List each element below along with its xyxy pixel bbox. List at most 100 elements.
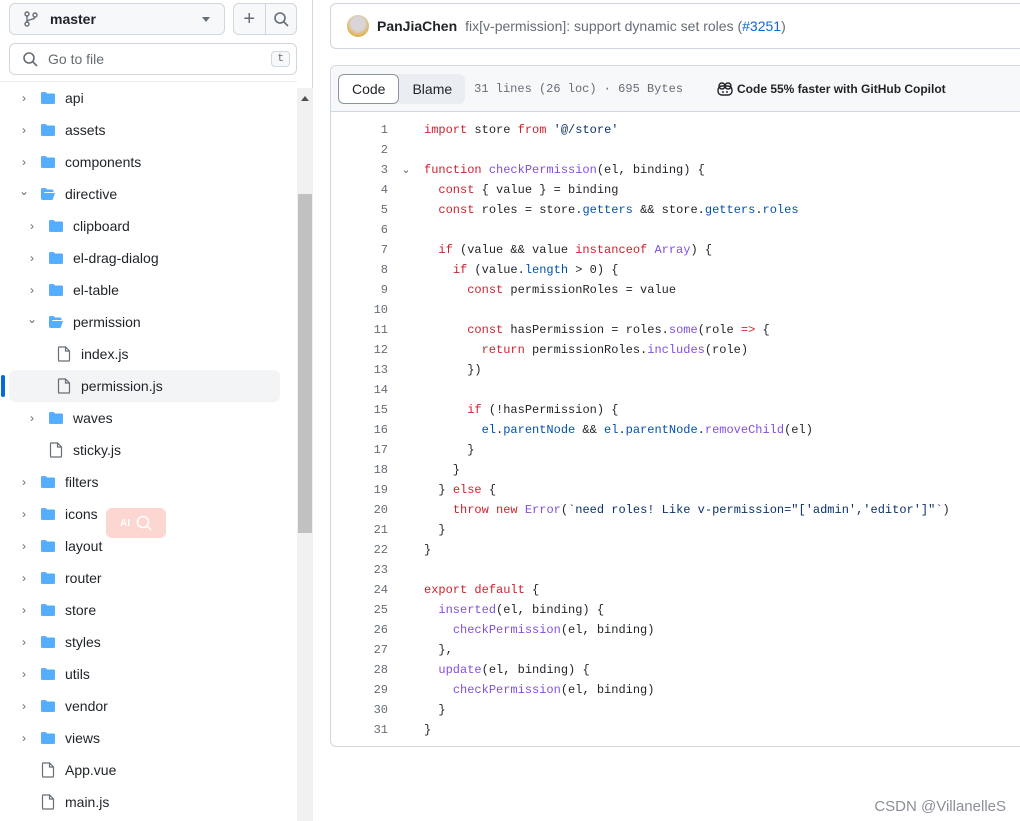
tree-folder-api[interactable]: › api [0, 82, 280, 114]
line-number[interactable]: 28 [331, 663, 388, 677]
line-number[interactable]: 30 [331, 703, 388, 717]
chevron-right-icon[interactable]: › [19, 571, 29, 585]
scrollbar-thumb[interactable] [298, 194, 312, 533]
code-line: 22} [331, 540, 950, 560]
chevron-right-icon[interactable]: › [19, 699, 29, 713]
commit-message-text[interactable]: fix[v-permission]: support dynamic set r… [465, 18, 742, 34]
line-number[interactable]: 3 [331, 163, 388, 177]
chevron-right-icon[interactable]: › [19, 123, 29, 137]
line-number[interactable]: 29 [331, 683, 388, 697]
commit-message[interactable]: fix[v-permission]: support dynamic set r… [465, 18, 786, 34]
folder-icon [40, 698, 56, 717]
tree-folder-components[interactable]: › components [0, 146, 280, 178]
tab-code[interactable]: Code [338, 73, 400, 104]
line-number[interactable]: 19 [331, 483, 388, 497]
line-number[interactable]: 17 [331, 443, 388, 457]
chevron-right-icon[interactable]: › [19, 155, 29, 169]
line-number[interactable]: 11 [331, 323, 388, 337]
chevron-right-icon[interactable]: › [19, 475, 29, 489]
tree-folder-router[interactable]: › router [0, 562, 280, 594]
line-number[interactable]: 4 [331, 183, 388, 197]
line-number[interactable]: 26 [331, 623, 388, 637]
line-number[interactable]: 7 [331, 243, 388, 257]
line-number[interactable]: 23 [331, 563, 388, 577]
line-number[interactable]: 22 [331, 543, 388, 557]
code-token: ( [560, 503, 569, 517]
chevron-right-icon[interactable]: › [27, 251, 37, 265]
search-button[interactable] [266, 4, 297, 34]
copilot-promo[interactable]: Code 55% faster with GitHub Copilot [717, 82, 946, 96]
line-number[interactable]: 15 [331, 403, 388, 417]
fold-chevron-icon[interactable]: ⌄ [388, 163, 424, 177]
commit-author[interactable]: PanJiaChen [377, 18, 457, 34]
tree-file-main-js[interactable]: main.js [0, 786, 280, 818]
tree-folder-el-table[interactable]: › el-table [0, 274, 280, 306]
tree-folder-waves[interactable]: › waves [0, 402, 280, 434]
tree-file-sticky-js[interactable]: sticky.js [0, 434, 280, 466]
ai-search-overlay[interactable]: AI [106, 508, 166, 538]
chevron-down-icon[interactable]: ⌄ [19, 184, 29, 198]
line-number[interactable]: 1 [331, 123, 388, 137]
copilot-promo-text[interactable]: Code 55% faster with GitHub Copilot [737, 82, 946, 96]
chevron-right-icon[interactable]: › [19, 507, 29, 521]
scroll-up-arrow[interactable] [301, 96, 309, 101]
sidebar-scrollbar[interactable] [297, 88, 313, 821]
chevron-down-icon[interactable]: ⌄ [27, 312, 37, 326]
chevron-right-icon[interactable]: › [27, 219, 37, 233]
line-number[interactable]: 10 [331, 303, 388, 317]
chevron-right-icon[interactable]: › [19, 635, 29, 649]
chevron-right-icon[interactable]: › [19, 91, 29, 105]
line-number[interactable]: 8 [331, 263, 388, 277]
tree-folder-store[interactable]: › store [0, 594, 280, 626]
tree-file-index-js[interactable]: index.js [0, 338, 280, 370]
line-number[interactable]: 27 [331, 643, 388, 657]
tree-item-label: clipboard [73, 218, 130, 234]
go-to-file-input[interactable]: Go to file t [9, 43, 297, 75]
latest-commit-bar: PanJiaChen fix[v-permission]: support dy… [330, 3, 1020, 49]
tree-item-label: directive [65, 186, 118, 202]
folder-icon [48, 282, 64, 301]
tree-folder-permission[interactable]: ⌄ permission [0, 306, 280, 338]
tree-folder-filters[interactable]: › filters [0, 466, 280, 498]
line-number[interactable]: 16 [331, 423, 388, 437]
search-icon[interactable] [136, 515, 152, 531]
line-number[interactable]: 20 [331, 503, 388, 517]
add-file-button[interactable]: + [234, 4, 266, 34]
tree-folder-vendor[interactable]: › vendor [0, 690, 280, 722]
tree-folder-directive[interactable]: ⌄ directive [0, 178, 280, 210]
line-number[interactable]: 13 [331, 363, 388, 377]
line-number[interactable]: 12 [331, 343, 388, 357]
code-line: 15 if (!hasPermission) { [331, 400, 950, 420]
line-number[interactable]: 21 [331, 523, 388, 537]
chevron-right-icon[interactable]: › [19, 603, 29, 617]
tree-folder-el-drag-dialog[interactable]: › el-drag-dialog [0, 242, 280, 274]
tree-file-App-vue[interactable]: App.vue [0, 754, 280, 786]
line-number[interactable]: 25 [331, 603, 388, 617]
tree-folder-clipboard[interactable]: › clipboard [0, 210, 280, 242]
line-number[interactable]: 31 [331, 723, 388, 737]
code-token: checkPermission [488, 163, 597, 177]
chevron-right-icon[interactable]: › [19, 667, 29, 681]
chevron-right-icon[interactable]: › [19, 539, 29, 553]
line-number[interactable]: 5 [331, 203, 388, 217]
tree-folder-views[interactable]: › views [0, 722, 280, 754]
line-number[interactable]: 18 [331, 463, 388, 477]
line-number[interactable]: 2 [331, 143, 388, 157]
tree-folder-styles[interactable]: › styles [0, 626, 280, 658]
line-number[interactable]: 6 [331, 223, 388, 237]
tab-blame[interactable]: Blame [399, 74, 465, 104]
tree-file-permission-js[interactable]: permission.js [9, 370, 280, 402]
line-number[interactable]: 9 [331, 283, 388, 297]
tree-folder-assets[interactable]: › assets [0, 114, 280, 146]
author-avatar[interactable] [347, 15, 369, 37]
branch-selector[interactable]: master [9, 3, 225, 35]
chevron-right-icon[interactable]: › [27, 283, 37, 297]
chevron-right-icon[interactable]: › [27, 411, 37, 425]
pr-link[interactable]: #3251 [742, 18, 781, 34]
ai-badge[interactable]: AI [120, 518, 130, 529]
chevron-right-icon[interactable]: › [19, 731, 29, 745]
tree-folder-utils[interactable]: › utils [0, 658, 280, 690]
line-number[interactable]: 24 [331, 583, 388, 597]
line-number[interactable]: 14 [331, 383, 388, 397]
